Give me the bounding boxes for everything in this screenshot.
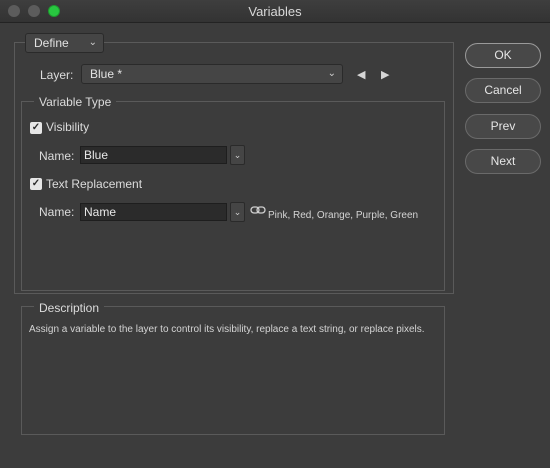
text-replacement-name-dropdown[interactable]: ⌄ bbox=[230, 202, 245, 222]
description-text: Assign a variable to the layer to contro… bbox=[29, 324, 425, 335]
layer-label: Layer: bbox=[40, 68, 74, 82]
mode-select-value: Define bbox=[34, 36, 69, 50]
title-bar: Variables bbox=[0, 0, 550, 23]
layer-select-value: Blue * bbox=[90, 67, 123, 81]
visibility-name-dropdown[interactable]: ⌄ bbox=[230, 145, 245, 165]
triangle-left-icon[interactable]: ◀ bbox=[357, 68, 365, 81]
text-replacement-name-label: Name: bbox=[39, 205, 75, 219]
visibility-name-input[interactable]: Blue bbox=[80, 146, 227, 164]
chevron-down-icon: ⌄ bbox=[327, 68, 336, 79]
window-title: Variables bbox=[248, 4, 302, 19]
chevron-down-icon: ⌄ bbox=[233, 207, 242, 217]
triangle-right-icon[interactable]: ▶ bbox=[381, 68, 389, 81]
chevron-down-icon: ⌄ bbox=[88, 37, 97, 48]
prev-button[interactable]: Prev bbox=[465, 114, 541, 139]
ok-button[interactable]: OK bbox=[465, 43, 541, 68]
text-replacement-name-input[interactable]: Name bbox=[80, 203, 227, 221]
next-button[interactable]: Next bbox=[465, 149, 541, 174]
cancel-button[interactable]: Cancel bbox=[465, 78, 541, 103]
visibility-name-label: Name: bbox=[39, 149, 75, 163]
chevron-down-icon: ⌄ bbox=[233, 150, 242, 160]
text-replacement-checkbox[interactable]: ✓ bbox=[30, 178, 42, 190]
visibility-label: Visibility bbox=[46, 120, 90, 134]
linked-values-text: Pink, Red, Orange, Purple, Green bbox=[268, 210, 419, 221]
link-icon[interactable] bbox=[250, 205, 266, 215]
layer-select[interactable]: Blue * ⌄ bbox=[81, 64, 343, 84]
variable-type-legend: Variable Type bbox=[34, 95, 117, 109]
mode-select[interactable]: Define ⌄ bbox=[25, 33, 104, 53]
visibility-checkbox[interactable]: ✓ bbox=[30, 122, 42, 134]
text-replacement-label: Text Replacement bbox=[46, 177, 143, 191]
description-legend: Description bbox=[34, 301, 105, 315]
